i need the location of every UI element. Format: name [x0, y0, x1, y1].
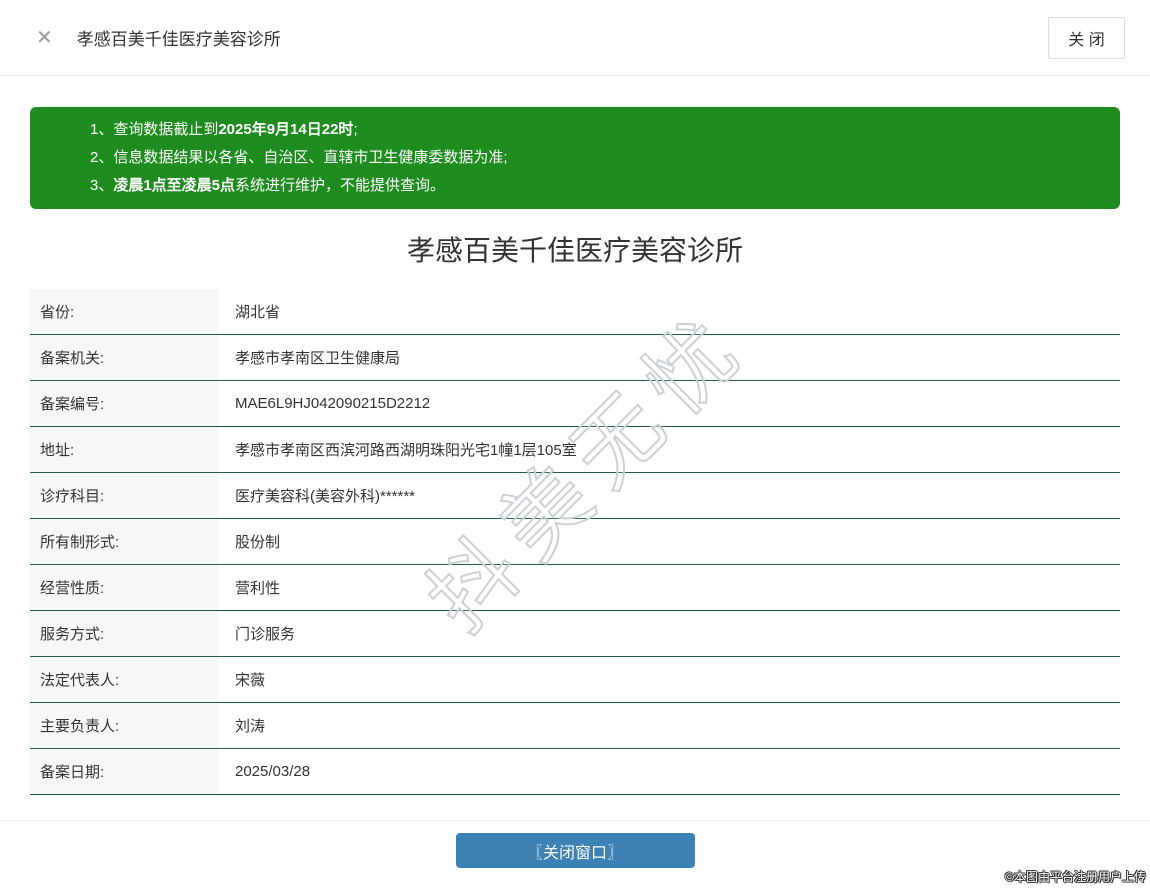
table-row: 诊疗科目: 医疗美容科(美容外科)******	[30, 473, 1120, 519]
row-value: 刘涛	[235, 718, 266, 735]
row-value: 营利性	[235, 580, 281, 597]
row-value: 宋薇	[235, 672, 266, 689]
row-label: 备案日期:	[30, 749, 218, 794]
row-value: MAE6L9HJ042090215D2212	[235, 395, 431, 412]
row-label: 经营性质:	[30, 565, 218, 610]
notice-line-1-text: 1、查询数据截止到	[90, 121, 219, 138]
footer-button-row: 〖关闭窗口〗	[0, 833, 1150, 868]
table-row: 地址: 孝感市孝南区西滨河路西湖明珠阳光宅1幢1层105室	[30, 427, 1120, 473]
table-row: 法定代表人: 宋薇	[30, 657, 1120, 703]
row-label: 地址:	[30, 427, 218, 472]
panel-divider	[0, 820, 1150, 821]
row-label: 所有制形式:	[30, 519, 218, 564]
row-label: 省份:	[30, 289, 218, 334]
notice-banner: 1、查询数据截止到2025年9月14日22时; 2、信息数据结果以各省、自治区、…	[30, 107, 1120, 209]
row-label: 备案机关:	[30, 335, 218, 380]
row-label: 诊疗科目:	[30, 473, 218, 518]
notice-line-2: 2、信息数据结果以各省、自治区、直辖市卫生健康委数据为准;	[90, 144, 1100, 172]
table-row: 备案机关: 孝感市孝南区卫生健康局	[30, 335, 1120, 381]
table-row: 备案编号: MAE6L9HJ042090215D2212	[30, 381, 1120, 427]
notice-line-1-suffix: ;	[353, 121, 358, 138]
row-value: 孝感市孝南区西滨河路西湖明珠阳光宅1幢1层105室	[235, 442, 577, 459]
page-title: 孝感百美千佳医疗美容诊所	[406, 235, 743, 266]
row-value: 2025/03/28	[235, 763, 311, 780]
row-label: 服务方式:	[30, 611, 218, 656]
notice-line-2-text: 2、信息数据结果以各省、自治区、直辖市卫生健康委数据为准;	[90, 149, 508, 166]
header: ✕ 孝感百美千佳医疗美容诊所 关 闭	[0, 0, 1150, 76]
table-row: 主要负责人: 刘涛	[30, 703, 1120, 749]
row-value: 股份制	[235, 534, 281, 551]
row-value: 门诊服务	[235, 626, 296, 643]
table-row: 所有制形式: 股份制	[30, 519, 1120, 565]
row-value: 湖北省	[235, 304, 281, 321]
row-label: 主要负责人:	[30, 703, 218, 748]
notice-line-3-bold: 凌晨1点至凌晨5点	[113, 177, 236, 194]
table-row: 省份: 湖北省	[30, 289, 1120, 335]
table-row: 备案日期: 2025/03/28	[30, 749, 1120, 795]
notice-line-1: 1、查询数据截止到2025年9月14日22时;	[90, 116, 1100, 144]
notice-line-1-bold: 2025年9月14日22时	[218, 121, 354, 138]
image-copyright: ©本图由平台注册用户上传	[1005, 870, 1146, 884]
close-x-icon[interactable]: ✕	[36, 25, 53, 50]
notice-line-3-suffix: 系统进行维护，不能提供查询。	[235, 177, 446, 194]
close-button[interactable]: 关 闭	[1048, 17, 1125, 59]
row-label: 法定代表人:	[30, 657, 218, 702]
row-value: 医疗美容科(美容外科)******	[235, 488, 416, 505]
row-value: 孝感市孝南区卫生健康局	[235, 350, 401, 367]
notice-line-3: 3、凌晨1点至凌晨5点系统进行维护，不能提供查询。	[90, 172, 1100, 200]
row-label: 备案编号:	[30, 381, 218, 426]
table-row: 服务方式: 门诊服务	[30, 611, 1120, 657]
table-row: 经营性质: 营利性	[30, 565, 1120, 611]
notice-line-3-text: 3、	[90, 177, 114, 194]
close-window-button[interactable]: 〖关闭窗口〗	[455, 833, 695, 868]
info-table: 省份: 湖北省 备案机关: 孝感市孝南区卫生健康局 备案编号: MAE6L9HJ…	[30, 289, 1120, 795]
header-title: 孝感百美千佳医疗美容诊所	[76, 30, 281, 49]
